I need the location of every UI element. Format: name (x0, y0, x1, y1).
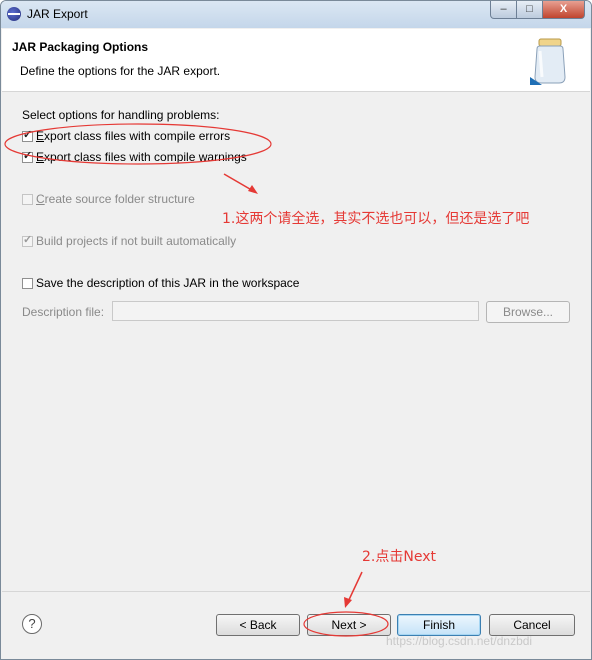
save-description-label: Save the description of this JAR in the … (36, 276, 300, 290)
help-icon[interactable]: ? (22, 614, 42, 634)
minimize-button[interactable]: – (490, 1, 517, 19)
wizard-header: JAR Packaging Options Define the options… (2, 29, 590, 92)
export-warnings-label: xport class files with compile warnings (44, 150, 247, 164)
build-projects-label: uild projects if not built automatically (44, 234, 237, 248)
eclipse-icon (7, 7, 21, 21)
close-button[interactable]: X (542, 1, 585, 19)
export-errors-checkbox[interactable] (22, 128, 33, 142)
description-file-label: Description file: (22, 305, 105, 319)
next-button[interactable]: Next > (307, 614, 391, 636)
watermark: https://blog.csdn.net/dnzbdi (386, 634, 533, 648)
finish-button[interactable]: Finish (397, 614, 481, 636)
export-warnings-option[interactable]: Export class files with compile warnings (22, 149, 247, 166)
window-title: JAR Export (27, 7, 88, 21)
annotation-note-1: 1.这两个请全选，其实不选也可以，但还是选了吧 (222, 211, 530, 227)
cancel-button[interactable]: Cancel (489, 614, 575, 636)
problem-options-label: Select options for handling problems: (22, 108, 220, 122)
create-source-folder-checkbox[interactable] (22, 194, 33, 205)
back-button[interactable]: < Back (216, 614, 300, 636)
save-description-checkbox[interactable] (22, 278, 33, 289)
jar-icon (530, 38, 566, 85)
build-projects-checkbox[interactable] (22, 233, 33, 247)
save-description-option[interactable]: Save the description of this JAR in the … (22, 276, 299, 292)
create-source-folder-label: reate source folder structure (44, 192, 195, 206)
annotation-note-2: 2.点击Next (362, 549, 436, 565)
export-errors-option[interactable]: Export class files with compile errors (22, 128, 231, 145)
description-file-input[interactable] (112, 301, 479, 321)
page-description: Define the options for the JAR export. (20, 64, 221, 78)
create-source-folder-option[interactable]: Create source folder structure (22, 192, 195, 208)
page-title: JAR Packaging Options (12, 40, 149, 54)
footer-divider (2, 591, 590, 592)
build-projects-option[interactable]: Build projects if not built automaticall… (22, 233, 237, 250)
maximize-button[interactable]: □ (516, 1, 543, 19)
browse-button[interactable]: Browse... (486, 301, 570, 323)
jar-export-window: JAR Export – □ X JAR Packaging Options D… (0, 0, 592, 660)
export-warnings-checkbox[interactable] (22, 149, 33, 163)
title-bar[interactable]: JAR Export – □ X (1, 1, 591, 28)
export-errors-label: xport class files with compile errors (44, 129, 231, 143)
